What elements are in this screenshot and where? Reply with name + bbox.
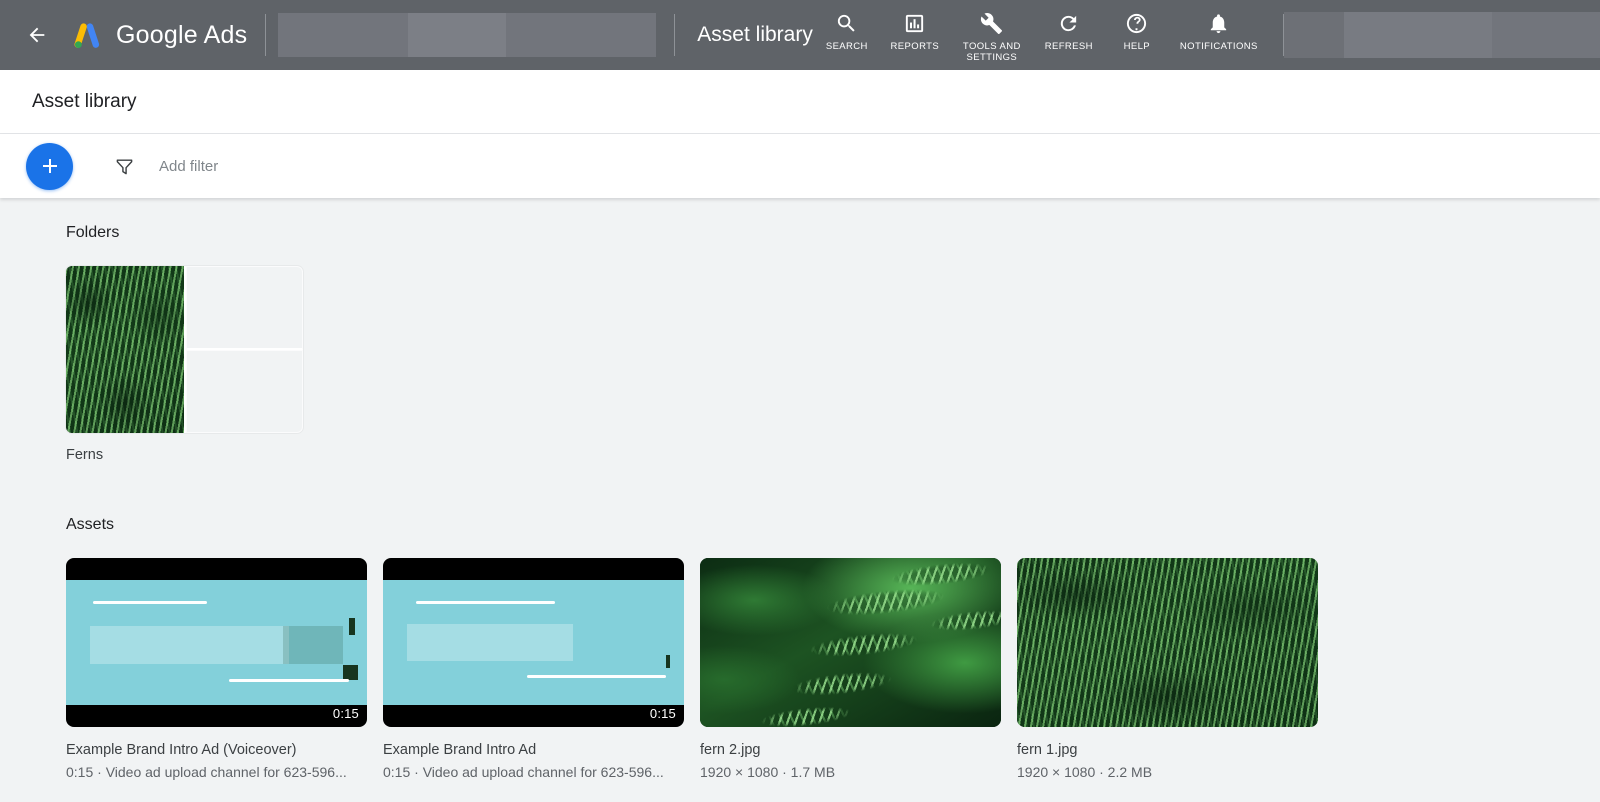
add-asset-button[interactable] bbox=[26, 143, 73, 190]
nav-notifications[interactable]: NOTIFICATIONS bbox=[1171, 8, 1267, 52]
video-line-bottom bbox=[527, 675, 665, 678]
nav-reports-label: REPORTS bbox=[891, 41, 940, 52]
redacted-account-block-1 bbox=[278, 13, 408, 57]
video-block-right bbox=[283, 626, 343, 664]
video-line-top bbox=[93, 601, 207, 604]
page-title-bar: Asset library bbox=[0, 70, 1600, 134]
asset-card[interactable]: 0:15 Example Brand Intro Ad (Voiceover) … bbox=[66, 558, 367, 780]
video-block-left bbox=[407, 624, 573, 662]
redacted-right-block-2 bbox=[1344, 12, 1492, 58]
bell-icon bbox=[1207, 12, 1230, 35]
nav-search-label: SEARCH bbox=[826, 41, 868, 52]
asset-thumbnail-image bbox=[700, 558, 1001, 727]
nav-help-label: HELP bbox=[1124, 41, 1150, 52]
add-filter-input[interactable]: Add filter bbox=[159, 158, 218, 175]
folder-image-layer-shade bbox=[66, 266, 184, 433]
funnel-icon bbox=[115, 157, 134, 176]
nav-tools-and-settings[interactable]: TOOLS AND SETTINGS bbox=[949, 8, 1035, 63]
folder-thumbnail bbox=[66, 266, 303, 433]
asset-meta: 1920 × 1080 · 1.7 MB bbox=[700, 764, 1001, 780]
folder-card-ferns[interactable]: Ferns bbox=[66, 266, 303, 463]
folder-empty-panes bbox=[184, 266, 303, 433]
top-app-bar: Google Ads Asset library SEARCH REPORTS bbox=[0, 0, 1600, 70]
arrow-left-icon bbox=[26, 24, 48, 46]
asset-card[interactable]: 0:15 Example Brand Intro Ad 0:15 · Video… bbox=[383, 558, 684, 780]
video-frame bbox=[66, 580, 367, 705]
nav-tools-label: TOOLS AND SETTINGS bbox=[963, 41, 1021, 63]
video-block-left bbox=[90, 626, 289, 664]
video-mark-upper bbox=[349, 618, 355, 636]
video-duration-badge: 0:15 bbox=[333, 706, 359, 721]
refresh-icon bbox=[1057, 12, 1080, 35]
video-line-top bbox=[416, 601, 554, 604]
video-mark bbox=[666, 655, 671, 668]
image-layer-shade bbox=[1017, 558, 1318, 727]
nav-reports[interactable]: REPORTS bbox=[881, 8, 949, 52]
google-ads-logo-icon bbox=[70, 18, 104, 52]
assets-heading: Assets bbox=[66, 516, 1600, 534]
back-button[interactable] bbox=[20, 18, 54, 52]
search-icon bbox=[835, 12, 858, 35]
video-frame bbox=[383, 580, 684, 705]
nav-notifications-label: NOTIFICATIONS bbox=[1180, 41, 1258, 52]
asset-name: fern 1.jpg bbox=[1017, 742, 1318, 758]
nav-refresh-label: REFRESH bbox=[1045, 41, 1093, 52]
help-icon bbox=[1125, 12, 1148, 35]
image-layer-fronds bbox=[700, 558, 1001, 727]
filter-button[interactable] bbox=[113, 155, 135, 177]
asset-name: Example Brand Intro Ad bbox=[383, 742, 684, 758]
nav-search[interactable]: SEARCH bbox=[813, 8, 881, 52]
folders-row: Ferns bbox=[66, 266, 1600, 463]
video-mark-lower bbox=[343, 665, 358, 680]
redacted-right-block-3 bbox=[1492, 12, 1600, 58]
redacted-right-block-1 bbox=[1284, 12, 1344, 58]
folders-heading: Folders bbox=[66, 224, 1600, 242]
nav-help[interactable]: HELP bbox=[1103, 8, 1171, 52]
redacted-account-block-2 bbox=[408, 13, 506, 57]
asset-thumbnail-video: 0:15 bbox=[66, 558, 367, 727]
appbar-nav-icons: SEARCH REPORTS TOOLS AND SETTINGS REFRES… bbox=[813, 8, 1267, 63]
reports-icon bbox=[903, 12, 926, 35]
brand-google: Google bbox=[116, 21, 198, 49]
asset-meta: 0:15 · Video ad upload channel for 623-5… bbox=[66, 764, 367, 780]
asset-thumbnail-image bbox=[1017, 558, 1318, 727]
folder-pane-bottom bbox=[186, 350, 303, 433]
video-line-bottom bbox=[229, 679, 349, 682]
asset-card[interactable]: fern 2.jpg 1920 × 1080 · 1.7 MB bbox=[700, 558, 1001, 780]
content-area: Folders Ferns Assets bbox=[0, 198, 1600, 802]
filter-bar: Add filter bbox=[0, 134, 1600, 198]
asset-thumbnail-video: 0:15 bbox=[383, 558, 684, 727]
assets-row: 0:15 Example Brand Intro Ad (Voiceover) … bbox=[66, 558, 1600, 780]
appbar-right-area bbox=[1283, 12, 1600, 58]
appbar-page-label: Asset library bbox=[697, 23, 813, 47]
folder-pane-top bbox=[186, 266, 303, 350]
plus-icon bbox=[38, 154, 62, 178]
asset-meta: 1920 × 1080 · 2.2 MB bbox=[1017, 764, 1318, 780]
page-title: Asset library bbox=[32, 91, 137, 113]
appbar-divider-1 bbox=[265, 14, 266, 56]
asset-name: fern 2.jpg bbox=[700, 742, 1001, 758]
brand-text: Google Ads bbox=[116, 21, 247, 50]
brand-logo[interactable]: Google Ads bbox=[70, 18, 247, 52]
asset-card[interactable]: fern 1.jpg 1920 × 1080 · 2.2 MB bbox=[1017, 558, 1318, 780]
wrench-icon bbox=[980, 12, 1003, 35]
video-duration-badge: 0:15 bbox=[650, 706, 676, 721]
folder-name: Ferns bbox=[66, 447, 303, 463]
redacted-account-block-3 bbox=[506, 13, 656, 57]
asset-meta: 0:15 · Video ad upload channel for 623-5… bbox=[383, 764, 684, 780]
folder-preview-image bbox=[66, 266, 184, 433]
asset-name: Example Brand Intro Ad (Voiceover) bbox=[66, 742, 367, 758]
brand-ads: Ads bbox=[204, 21, 248, 49]
appbar-divider-2 bbox=[674, 14, 675, 56]
nav-refresh[interactable]: REFRESH bbox=[1035, 8, 1103, 52]
